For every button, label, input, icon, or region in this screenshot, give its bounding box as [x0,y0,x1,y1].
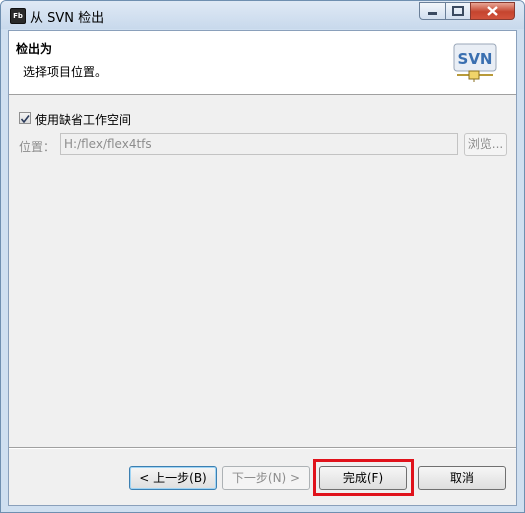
dialog-client-area: 检出为 选择项目位置。 SVN 使用缺省工作空间 位置： 浏览... < 上一步… [8,30,517,506]
use-default-workspace-checkbox[interactable] [19,112,31,124]
window-title: 从 SVN 检出 [30,11,105,26]
close-icon [487,6,498,16]
svn-checkout-dialog: Fb 从 SVN 检出 检出为 选择项目位置。 SVN 使用缺省工作空间 位置：… [0,0,525,513]
page-title: 检出为 [16,42,53,56]
maximize-button[interactable] [445,2,471,20]
cancel-button[interactable]: 取消 [418,466,506,490]
svn-logo-text: SVN [458,50,493,68]
back-button[interactable]: < 上一步(B) [129,466,217,490]
button-bar-divider [9,447,516,449]
close-button[interactable] [470,2,515,20]
svn-logo-icon: SVN [453,43,497,82]
location-input[interactable] [60,133,458,155]
minimize-button[interactable] [419,2,446,20]
location-label: 位置： [19,140,56,154]
title-bar: Fb 从 SVN 检出 [1,1,524,29]
next-button[interactable]: 下一步(N) > [222,466,310,490]
page-description: 选择项目位置。 [23,65,108,79]
header-banner: 检出为 选择项目位置。 SVN [9,31,516,95]
checkmark-icon [20,115,30,124]
use-default-workspace-label: 使用缺省工作空间 [35,113,132,127]
app-icon: Fb [10,8,26,24]
minimize-icon [428,12,437,15]
finish-button-highlight [313,459,414,496]
browse-button[interactable]: 浏览... [464,133,507,156]
maximize-icon [452,6,464,16]
